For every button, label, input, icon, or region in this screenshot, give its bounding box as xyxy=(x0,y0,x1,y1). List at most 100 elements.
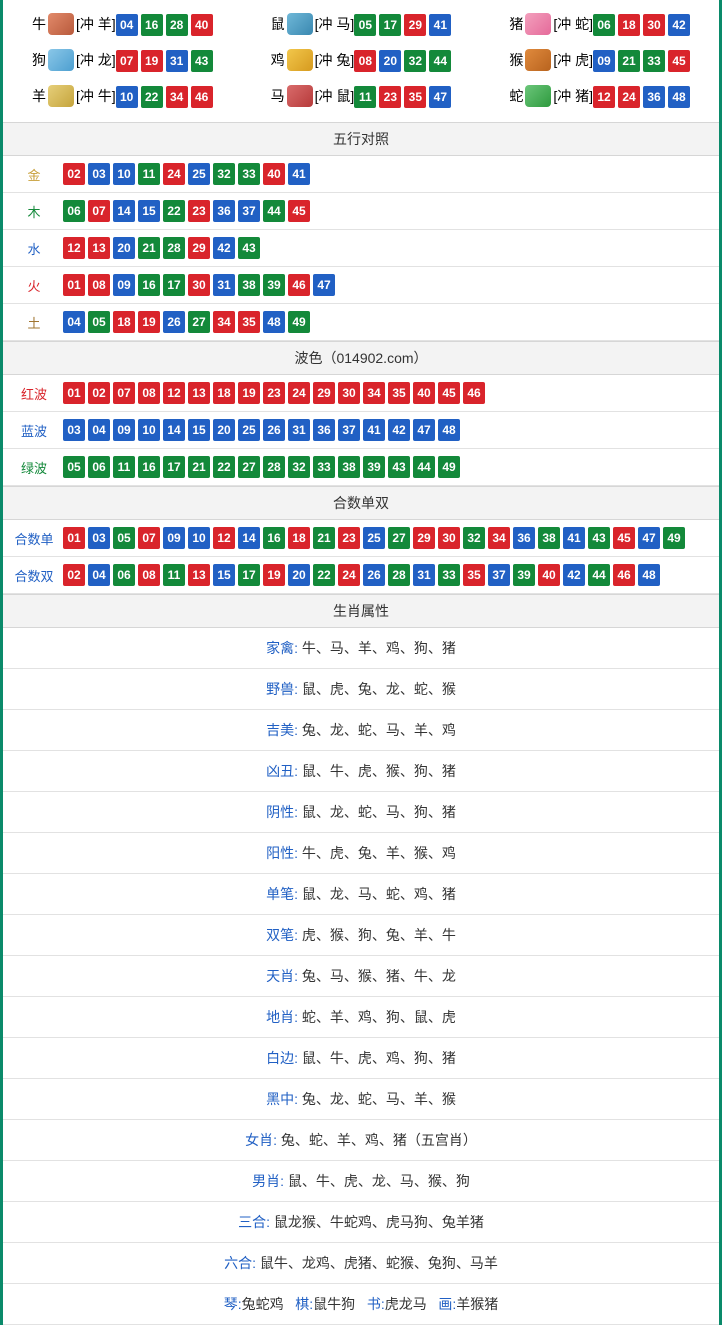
number-ball: 32 xyxy=(463,527,485,549)
number-ball: 42 xyxy=(668,14,690,36)
number-ball: 41 xyxy=(429,14,451,36)
zodiac-name: 猴 xyxy=(509,50,523,70)
number-ball: 28 xyxy=(163,237,185,259)
number-ball: 08 xyxy=(88,274,110,296)
attr-key: 凶丑: xyxy=(266,763,302,779)
zodiac-clash: [冲 鼠] xyxy=(315,86,355,106)
zodiac-clash: [冲 牛] xyxy=(76,86,116,106)
number-ball: 24 xyxy=(338,564,360,586)
number-ball: 27 xyxy=(238,456,260,478)
zodiac-cell: 马[冲 鼠]11233547 xyxy=(242,78,481,114)
number-ball: 24 xyxy=(163,163,185,185)
number-ball: 15 xyxy=(138,200,160,222)
qqsh-key: 琴: xyxy=(224,1296,242,1312)
labeled-row: 金02031011242532334041 xyxy=(3,156,719,193)
attr-key: 黑中: xyxy=(266,1091,302,1107)
zodiac-ball-row: 05172941 xyxy=(354,14,451,36)
number-ball: 25 xyxy=(238,419,260,441)
number-ball: 48 xyxy=(668,86,690,108)
attr-key: 家禽: xyxy=(266,640,302,656)
attr-key: 阳性: xyxy=(266,845,302,861)
attr-row: 野兽: 鼠、虎、兔、龙、蛇、猴 xyxy=(3,669,719,710)
zodiac-icon xyxy=(525,85,551,107)
number-ball: 44 xyxy=(263,200,285,222)
number-ball: 02 xyxy=(63,163,85,185)
attr-value: 兔、马、猴、猪、牛、龙 xyxy=(302,968,456,984)
number-ball: 19 xyxy=(141,50,163,72)
zodiac-name: 羊 xyxy=(32,86,46,106)
attr-row: 地肖: 蛇、羊、鸡、狗、鼠、虎 xyxy=(3,997,719,1038)
attr-key: 女肖: xyxy=(245,1132,281,1148)
number-ball: 07 xyxy=(113,382,135,404)
number-ball: 37 xyxy=(338,419,360,441)
number-ball: 30 xyxy=(188,274,210,296)
number-ball: 25 xyxy=(188,163,210,185)
number-ball: 34 xyxy=(213,311,235,333)
number-ball: 02 xyxy=(88,382,110,404)
number-ball: 06 xyxy=(593,14,615,36)
number-ball: 33 xyxy=(313,456,335,478)
number-ball: 10 xyxy=(116,86,138,108)
number-ball: 09 xyxy=(113,274,135,296)
number-ball: 09 xyxy=(113,419,135,441)
number-ball: 36 xyxy=(643,86,665,108)
attr-value: 鼠、虎、兔、龙、蛇、猴 xyxy=(302,681,456,697)
zodiac-grid: 牛[冲 羊]04162840鼠[冲 马]05172941猪[冲 蛇]061830… xyxy=(3,0,719,122)
zodiac-name: 狗 xyxy=(32,50,46,70)
row-label: 木 xyxy=(11,202,57,221)
zodiac-icon xyxy=(525,49,551,71)
number-ball: 12 xyxy=(593,86,615,108)
attr-value: 蛇、羊、鸡、狗、鼠、虎 xyxy=(302,1009,456,1025)
number-ball: 10 xyxy=(113,163,135,185)
zodiac-ball-row: 04162840 xyxy=(116,14,213,36)
row-content: 06071415222336374445 xyxy=(57,200,310,222)
number-ball: 23 xyxy=(188,200,210,222)
zodiac-ball-row: 11233547 xyxy=(354,86,451,108)
attr-value: 兔、蛇、羊、鸡、猪（五宫肖） xyxy=(281,1132,477,1148)
number-ball: 22 xyxy=(163,200,185,222)
number-ball: 22 xyxy=(141,86,163,108)
row-label: 水 xyxy=(11,239,57,258)
number-ball: 49 xyxy=(288,311,310,333)
zodiac-name: 牛 xyxy=(32,14,46,34)
row-label: 合数双 xyxy=(11,566,57,585)
number-ball: 13 xyxy=(188,564,210,586)
number-ball: 08 xyxy=(138,382,160,404)
number-ball: 20 xyxy=(113,237,135,259)
number-ball: 27 xyxy=(388,527,410,549)
number-ball: 12 xyxy=(163,382,185,404)
number-ball: 01 xyxy=(63,274,85,296)
labeled-row: 木06071415222336374445 xyxy=(3,193,719,230)
zodiac-cell: 牛[冲 羊]04162840 xyxy=(3,6,242,42)
number-ball: 31 xyxy=(213,274,235,296)
number-ball: 43 xyxy=(191,50,213,72)
number-ball: 15 xyxy=(188,419,210,441)
number-ball: 30 xyxy=(338,382,360,404)
number-ball: 19 xyxy=(238,382,260,404)
number-ball: 19 xyxy=(138,311,160,333)
heshu-rows: 合数单0103050709101214161821232527293032343… xyxy=(3,520,719,594)
separator xyxy=(355,1296,367,1312)
number-ball: 39 xyxy=(513,564,535,586)
number-ball: 40 xyxy=(191,14,213,36)
attr-value: 鼠龙猴、牛蛇鸡、虎马狗、兔羊猪 xyxy=(274,1214,484,1230)
number-ball: 40 xyxy=(413,382,435,404)
attr-value: 鼠、牛、虎、鸡、狗、猪 xyxy=(302,1050,456,1066)
labeled-row: 合数单0103050709101214161821232527293032343… xyxy=(3,520,719,557)
number-ball: 35 xyxy=(238,311,260,333)
row-label: 火 xyxy=(11,276,57,295)
number-ball: 38 xyxy=(338,456,360,478)
number-ball: 20 xyxy=(288,564,310,586)
number-ball: 05 xyxy=(113,527,135,549)
number-ball: 38 xyxy=(238,274,260,296)
attr-key: 双笔: xyxy=(266,927,302,943)
labeled-row: 火0108091617303138394647 xyxy=(3,267,719,304)
row-label: 绿波 xyxy=(11,458,57,477)
number-ball: 31 xyxy=(413,564,435,586)
attr-key: 吉美: xyxy=(266,722,302,738)
zodiac-clash: [冲 猪] xyxy=(553,86,593,106)
attr-value: 鼠、龙、马、蛇、鸡、猪 xyxy=(302,886,456,902)
number-ball: 35 xyxy=(463,564,485,586)
number-ball: 21 xyxy=(313,527,335,549)
number-ball: 05 xyxy=(63,456,85,478)
